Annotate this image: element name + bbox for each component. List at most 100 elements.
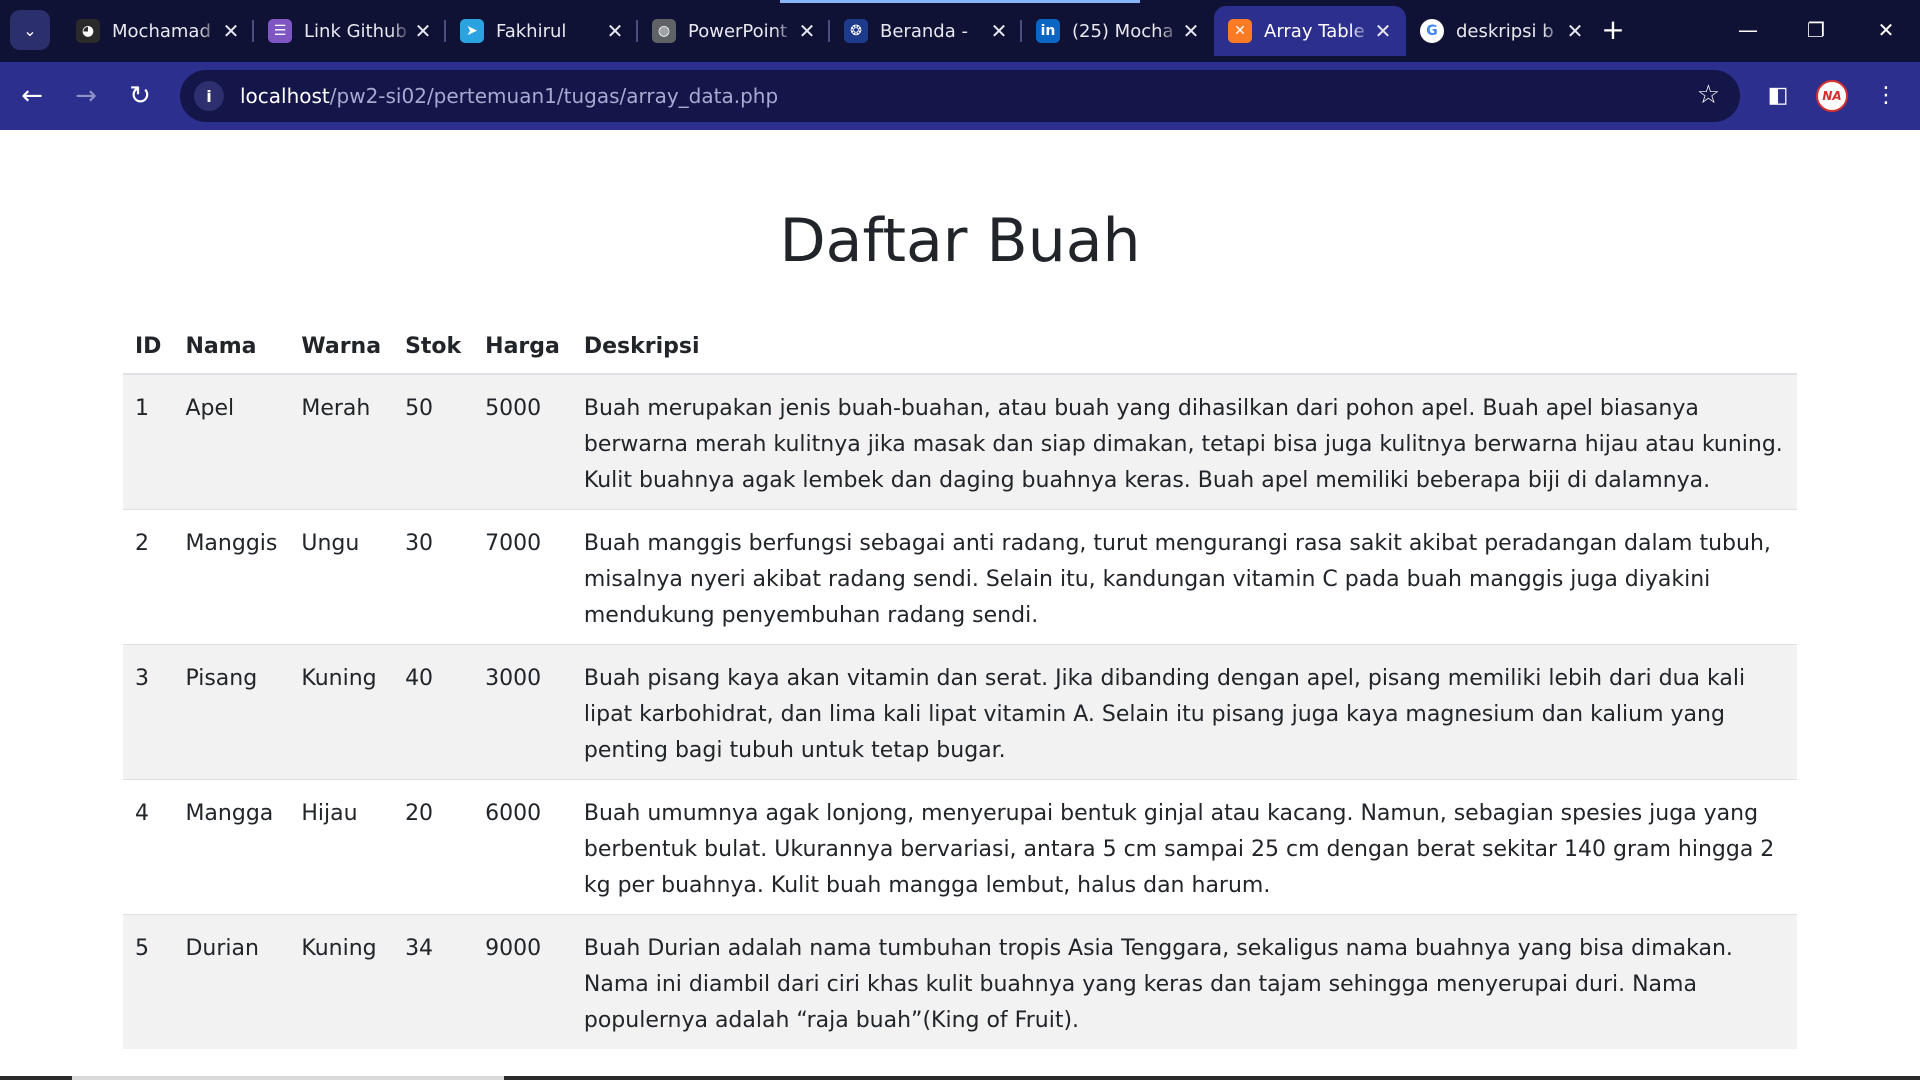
bookmark-star-icon[interactable]: ☆	[1697, 80, 1720, 110]
side-panel-button[interactable]: ◧	[1758, 76, 1798, 116]
close-icon: ✕	[1877, 18, 1895, 42]
table-row: 3 Pisang Kuning 40 3000 Buah pisang kaya akan…	[123, 644, 1797, 780]
cell-warna: Hijau	[289, 779, 394, 915]
cell-stok: 40	[393, 644, 474, 780]
fruit-table: ID Nama Warna Stok Harga Deskripsi 1 Apel…	[123, 320, 1797, 1049]
tab-title: (25) Mocha	[1072, 20, 1174, 42]
cell-harga: 7000	[473, 509, 572, 645]
cell-deskripsi: Buah pisang kaya akan vitamin dan serat.…	[571, 644, 1797, 780]
url-host: localhost	[240, 84, 330, 108]
address-bar[interactable]: i localhost/pw2-si02/pertemuan1/tugas/ar…	[180, 70, 1740, 122]
cell-stok: 30	[393, 509, 474, 645]
tab-close-icon[interactable]: ✕	[604, 19, 626, 43]
table-row: 5 Durian Kuning 34 9000 Buah Durian adalah na…	[123, 914, 1797, 1049]
cell-stok: 20	[393, 779, 474, 915]
university-icon: ❂	[844, 19, 868, 43]
column-header-nama: Nama	[173, 320, 290, 375]
chevron-down-icon: ⌄	[23, 20, 37, 40]
menu-button[interactable]: ⋮	[1866, 76, 1906, 116]
browser-tab[interactable]: ➤ Fakhirul ✕	[446, 6, 638, 56]
cell-harga: 3000	[473, 644, 572, 780]
forward-button[interactable]: →	[66, 76, 106, 116]
url-text[interactable]: localhost/pw2-si02/pertemuan1/tugas/arra…	[240, 84, 778, 108]
profile-avatar[interactable]: NA	[1816, 80, 1848, 112]
new-tab-button[interactable]: +	[1596, 14, 1630, 48]
table-header-row: ID Nama Warna Stok Harga Deskripsi	[123, 320, 1797, 375]
cell-stok: 34	[393, 914, 474, 1049]
tab-title: Link Github	[304, 20, 407, 42]
page-bottom-rule	[0, 1076, 1920, 1080]
tab-search-button[interactable]: ⌄	[10, 10, 50, 50]
cell-warna: Ungu	[289, 509, 394, 645]
page-title: Daftar Buah	[779, 206, 1141, 276]
tab-strip: ⌄ ◕ Mochamad ✕ ☰ Link Github ✕ ➤ Fakhirul ✕ ◍ Powe…	[0, 0, 1920, 62]
cell-id: 4	[123, 779, 174, 915]
google-icon: G	[1420, 19, 1444, 43]
column-header-stok: Stok	[393, 320, 474, 375]
browser-tab[interactable]: in (25) Mocha ✕	[1022, 6, 1214, 56]
table-row: 2 Manggis Ungu 30 7000 Buah manggis berfungsi…	[123, 509, 1797, 645]
cell-id: 1	[123, 373, 174, 510]
tab-title: deskripsi b	[1456, 20, 1554, 42]
reload-button[interactable]: ↻	[120, 76, 160, 116]
minimize-icon: —	[1738, 18, 1758, 42]
tab-close-icon[interactable]: ✕	[220, 19, 242, 43]
back-button[interactable]: ←	[12, 76, 52, 116]
cell-id: 3	[123, 644, 174, 780]
restore-icon: ❐	[1807, 18, 1825, 42]
tab-close-icon[interactable]: ✕	[1180, 19, 1202, 43]
tab-title: Beranda -	[880, 20, 968, 42]
tab-close-icon[interactable]: ✕	[412, 19, 434, 43]
cell-nama: Mangga	[173, 779, 290, 915]
cell-deskripsi: Buah merupakan jenis buah-buahan, atau b…	[571, 373, 1797, 510]
table-row: 1 Apel Merah 50 5000 Buah merupakan jenis bua…	[123, 373, 1797, 510]
page-content: Daftar Buah ID Nama Warna Stok Harga Des…	[0, 130, 1920, 1080]
site-info-icon[interactable]: i	[194, 81, 224, 111]
telegram-icon: ➤	[460, 19, 484, 43]
tab-title: Fakhirul	[496, 20, 567, 42]
arrow-left-icon: ←	[21, 81, 43, 111]
cell-warna: Kuning	[289, 914, 394, 1049]
close-window-button[interactable]: ✕	[1856, 10, 1916, 50]
tab-title: PowerPoint	[688, 20, 788, 42]
tab-title: Array Table	[1264, 20, 1365, 42]
tab-close-icon[interactable]: ✕	[796, 19, 818, 43]
loading-progress-bar	[780, 0, 1140, 3]
cell-deskripsi: Buah manggis berfungsi sebagai anti rada…	[571, 509, 1797, 645]
cell-id: 5	[123, 914, 174, 1049]
cell-harga: 5000	[473, 373, 572, 510]
scroll-indicator	[72, 1076, 504, 1080]
column-header-harga: Harga	[473, 320, 572, 375]
column-header-id: ID	[123, 320, 174, 375]
cell-nama: Durian	[173, 914, 290, 1049]
xampp-icon: ✕	[1228, 19, 1252, 43]
tab-close-icon[interactable]: ✕	[1564, 19, 1586, 43]
browser-tab[interactable]: ☰ Link Github ✕	[254, 6, 446, 56]
tab-close-icon[interactable]: ✕	[1372, 19, 1394, 43]
browser-tab[interactable]: ◕ Mochamad ✕	[62, 6, 254, 56]
column-header-deskripsi: Deskripsi	[571, 320, 1797, 375]
cell-warna: Merah	[289, 373, 394, 510]
minimize-button[interactable]: —	[1718, 10, 1778, 50]
column-header-warna: Warna	[289, 320, 394, 375]
cell-nama: Apel	[173, 373, 290, 510]
restore-button[interactable]: ❐	[1786, 10, 1846, 50]
cell-harga: 6000	[473, 779, 572, 915]
kebab-menu-icon: ⋮	[1875, 83, 1897, 108]
browser-tab[interactable]: ❂ Beranda - ✕	[830, 6, 1022, 56]
browser-tab[interactable]: ✕ Array Table ✕	[1214, 6, 1406, 56]
browser-toolbar: ← → ↻ i localhost/pw2-si02/pertemuan1/tu…	[0, 62, 1920, 130]
browser-tab[interactable]: Gdeskripsi b ✕	[1406, 6, 1598, 56]
browser-tab[interactable]: ◍ PowerPoint ✕	[638, 6, 830, 56]
tab-title: Mochamad	[112, 20, 211, 42]
linkedin-icon: in	[1036, 19, 1060, 43]
side-panel-icon: ◧	[1767, 83, 1789, 108]
cell-deskripsi: Buah umumnya agak lonjong, menyerupai be…	[571, 779, 1797, 915]
tab-close-icon[interactable]: ✕	[988, 19, 1010, 43]
cell-deskripsi: Buah Durian adalah nama tumbuhan tropis …	[571, 914, 1797, 1049]
forms-icon: ☰	[268, 19, 292, 43]
cell-harga: 9000	[473, 914, 572, 1049]
cell-warna: Kuning	[289, 644, 394, 780]
reload-icon: ↻	[129, 81, 151, 111]
arrow-right-icon: →	[75, 81, 97, 111]
